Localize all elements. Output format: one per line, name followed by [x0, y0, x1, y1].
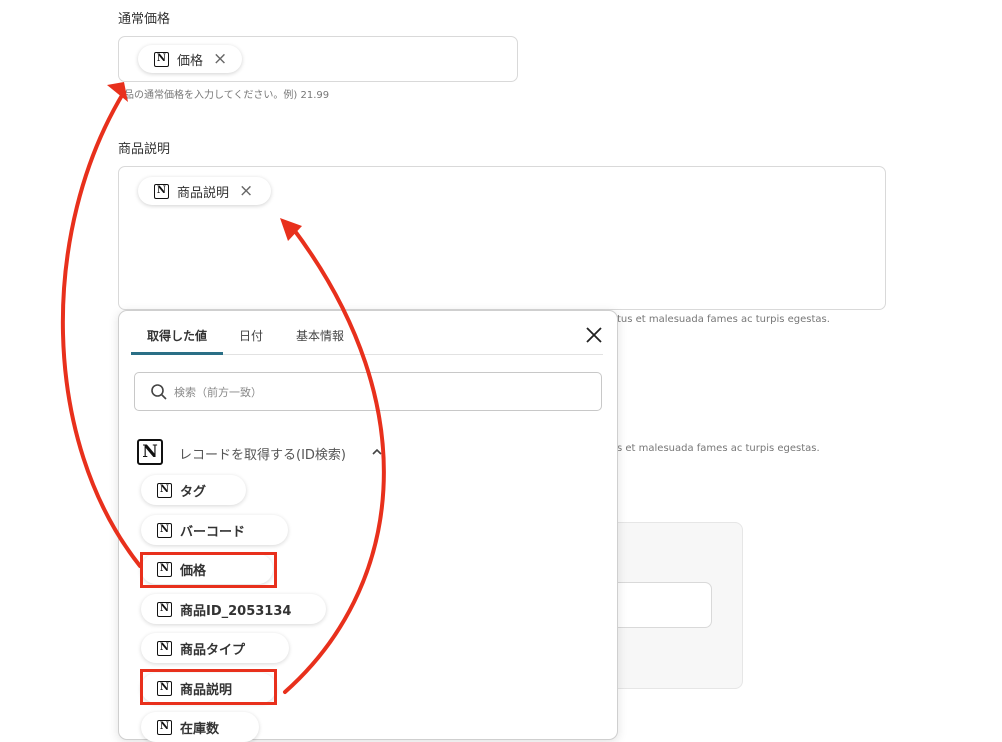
- highlight-description: [140, 669, 277, 705]
- highlight-price: [140, 552, 277, 588]
- section-title[interactable]: レコードを取得する(ID検索): [179, 444, 346, 463]
- close-icon[interactable]: ×: [239, 182, 253, 200]
- value-item-stock[interactable]: N 在庫数: [141, 712, 259, 742]
- item-label: 在庫数: [180, 721, 220, 737]
- notion-icon: N: [157, 601, 172, 617]
- field-hint: s et malesuada fames ac turpis egestas.: [617, 443, 820, 454]
- value-item-product-id[interactable]: N 商品ID_2053134: [141, 594, 326, 624]
- price-field-label: 通常価格: [118, 12, 171, 27]
- chevron-up-icon[interactable]: [371, 447, 383, 457]
- price-field-hint: 品の通常価格を入力してください。例) 21.99: [124, 90, 330, 101]
- description-field-label: 商品説明: [118, 142, 171, 157]
- price-value-chip: N 価格 ×: [138, 45, 242, 73]
- value-item-product-type[interactable]: N 商品タイプ: [141, 633, 289, 663]
- notion-icon: N: [137, 439, 163, 465]
- item-label: 商品タイプ: [180, 642, 246, 658]
- notion-icon: N: [154, 51, 169, 67]
- value-item-tag[interactable]: N タグ: [141, 475, 246, 505]
- item-label: 商品ID_2053134: [180, 603, 292, 619]
- search-input[interactable]: 検索（前方一致）: [134, 372, 602, 411]
- notion-icon: N: [154, 183, 169, 199]
- tab-date[interactable]: 日付: [239, 327, 263, 344]
- active-tab-indicator: [131, 352, 223, 355]
- notion-icon: N: [157, 640, 172, 656]
- description-field-hint: tus et malesuada fames ac turpis egestas…: [617, 314, 830, 325]
- notion-icon: N: [157, 522, 172, 538]
- tab-basic-info[interactable]: 基本情報: [296, 327, 344, 344]
- description-chip-label: 商品説明: [177, 185, 230, 201]
- tab-fetched-values[interactable]: 取得した値: [147, 327, 207, 344]
- description-value-chip: N 商品説明 ×: [138, 177, 271, 205]
- price-chip-label: 価格: [177, 53, 204, 69]
- notion-icon: N: [157, 482, 172, 498]
- item-label: タグ: [180, 484, 207, 500]
- value-item-barcode[interactable]: N バーコード: [141, 515, 288, 545]
- close-icon[interactable]: ×: [213, 50, 227, 68]
- close-panel-icon[interactable]: [583, 324, 605, 346]
- search-icon: [151, 384, 167, 400]
- item-label: バーコード: [180, 524, 246, 540]
- search-placeholder: 検索（前方一致）: [174, 386, 262, 399]
